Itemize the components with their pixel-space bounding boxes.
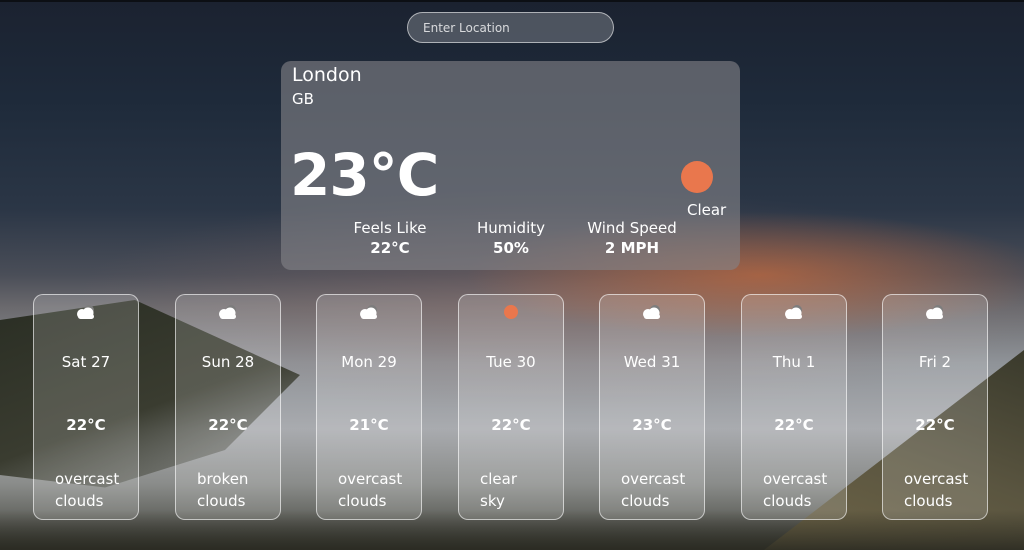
forecast-description-line1: overcast <box>904 470 969 488</box>
forecast-description: overcast clouds <box>338 468 418 512</box>
current-condition: Clear <box>687 201 727 219</box>
forecast-day: Tue 30 <box>486 353 536 371</box>
forecast-description-line1: clear <box>480 470 518 488</box>
forecast-description: overcast clouds <box>904 468 984 512</box>
forecast-description-line2: clouds <box>197 492 246 510</box>
forecast-description: clear sky <box>480 468 560 512</box>
forecast-description-line1: overcast <box>55 470 120 488</box>
country-code: GB <box>292 90 314 108</box>
wind-speed-label: Wind Speed <box>587 219 677 237</box>
cloud-icon <box>782 304 806 322</box>
location-search-input[interactable] <box>407 12 614 43</box>
forecast-description-line2: clouds <box>338 492 387 510</box>
forecast-temperature: 22°C <box>208 416 248 434</box>
forecast-description: overcast clouds <box>55 468 135 512</box>
forecast-day: Sun 28 <box>201 353 255 371</box>
weather-stats: Feels Like 22°C Humidity 50% Wind Speed … <box>335 219 705 263</box>
forecast-description-line2: clouds <box>621 492 670 510</box>
feels-like-label: Feels Like <box>353 219 427 237</box>
cloud-icon <box>640 304 664 322</box>
forecast-temperature: 21°C <box>349 416 389 434</box>
forecast-description: broken clouds <box>197 468 277 512</box>
forecast-description: overcast clouds <box>621 468 701 512</box>
forecast-temperature: 22°C <box>491 416 531 434</box>
wind-speed-stat: Wind Speed 2 MPH <box>577 219 687 257</box>
top-border <box>0 0 1024 2</box>
forecast-card: Wed 31 23°C overcast clouds <box>599 294 705 520</box>
forecast-description-line2: clouds <box>55 492 104 510</box>
forecast-card: Sun 28 22°C broken clouds <box>175 294 281 520</box>
forecast-day: Wed 31 <box>623 353 681 371</box>
forecast-card: Mon 29 21°C overcast clouds <box>316 294 422 520</box>
cloud-icon <box>357 304 381 322</box>
forecast-day: Fri 2 <box>918 353 952 371</box>
current-weather-card: London GB 23°C Clear Feels Like 22°C Hum… <box>281 61 740 270</box>
forecast-temperature: 22°C <box>915 416 955 434</box>
forecast-description-line1: overcast <box>338 470 403 488</box>
forecast-description-line2: clouds <box>904 492 953 510</box>
current-temperature: 23°C <box>290 141 439 209</box>
cloud-icon <box>923 304 947 322</box>
sun-icon <box>681 161 713 193</box>
forecast-card: Tue 30 22°C clear sky <box>458 294 564 520</box>
forecast-day: Sat 27 <box>61 353 111 371</box>
forecast-description-line1: overcast <box>763 470 828 488</box>
forecast-card: Fri 2 22°C overcast clouds <box>882 294 988 520</box>
forecast-temperature: 23°C <box>632 416 672 434</box>
cloud-icon <box>74 304 98 322</box>
humidity-value: 50% <box>493 239 529 257</box>
forecast-description: overcast clouds <box>763 468 843 512</box>
forecast-temperature: 22°C <box>774 416 814 434</box>
forecast-card: Thu 1 22°C overcast clouds <box>741 294 847 520</box>
forecast-day: Mon 29 <box>341 353 397 371</box>
cloud-icon <box>216 304 240 322</box>
city-name: London <box>292 64 362 86</box>
forecast-description-line1: overcast <box>621 470 686 488</box>
sun-icon <box>504 305 518 319</box>
forecast-description-line2: clouds <box>763 492 812 510</box>
forecast-description-line2: sky <box>480 492 505 510</box>
forecast-card: Sat 27 22°C overcast clouds <box>33 294 139 520</box>
feels-like-stat: Feels Like 22°C <box>335 219 445 257</box>
forecast-description-line1: broken <box>197 470 249 488</box>
humidity-label: Humidity <box>476 219 545 237</box>
wind-speed-value: 2 MPH <box>604 239 660 257</box>
forecast-temperature: 22°C <box>66 416 106 434</box>
humidity-stat: Humidity 50% <box>456 219 566 257</box>
forecast-day: Thu 1 <box>772 353 816 371</box>
feels-like-value: 22°C <box>370 239 410 257</box>
